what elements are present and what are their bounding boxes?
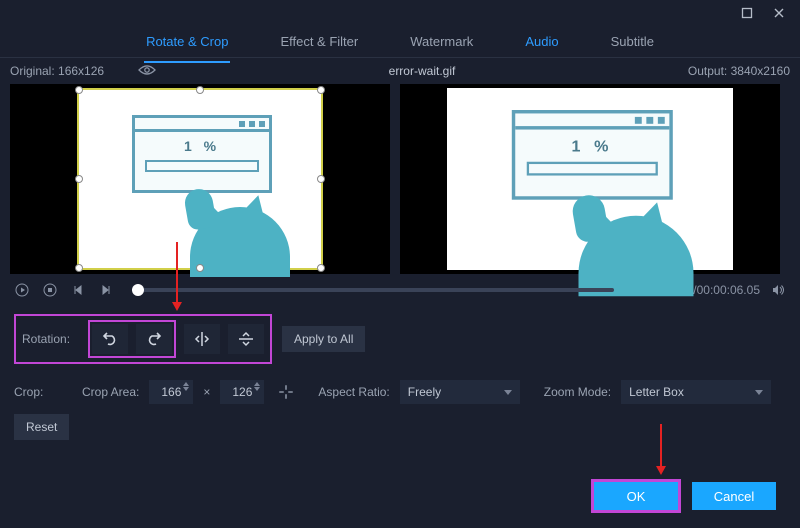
flip-vertical-button[interactable]	[228, 324, 264, 354]
chevron-down-icon	[755, 390, 763, 395]
prev-frame-button[interactable]	[68, 280, 88, 300]
rotate-left-button[interactable]	[92, 324, 128, 354]
original-value: 166x126	[58, 64, 104, 78]
crop-handle-tl[interactable]	[75, 86, 83, 94]
scrubber-knob[interactable]	[132, 284, 144, 296]
output-preview: 1 %	[400, 84, 780, 274]
info-bar: Original: 166x126 error-wait.gif Output:…	[0, 58, 800, 84]
chevron-down-icon	[504, 390, 512, 395]
timeline-scrubber[interactable]	[132, 288, 614, 292]
output-thumbnail: 1 %	[447, 88, 733, 270]
tab-subtitle[interactable]: Subtitle	[609, 28, 656, 55]
reset-button[interactable]: Reset	[14, 414, 69, 440]
apply-to-all-button[interactable]: Apply to All	[282, 326, 365, 352]
progress-text: 1 %	[135, 138, 269, 154]
crop-label: Crop:	[14, 385, 72, 399]
tab-bar: Rotate & Crop Effect & Filter Watermark …	[0, 26, 800, 58]
zoom-mode-label: Zoom Mode:	[544, 385, 611, 399]
crop-height-input[interactable]: 126	[220, 380, 264, 404]
preview-eye-icon[interactable]	[138, 64, 156, 79]
tab-effect-filter[interactable]: Effect & Filter	[278, 28, 360, 55]
rotation-label: Rotation:	[22, 332, 80, 346]
reset-row: Reset	[0, 412, 800, 448]
original-label: Original:	[10, 64, 55, 78]
ok-button[interactable]: OK	[594, 482, 678, 510]
flip-horizontal-button[interactable]	[184, 324, 220, 354]
preview-row: 1 % 1 %	[0, 84, 800, 274]
tab-watermark[interactable]: Watermark	[408, 28, 475, 55]
rotation-highlight: Rotation:	[14, 314, 272, 364]
volume-icon[interactable]	[768, 280, 788, 300]
crop-handle-tr[interactable]	[317, 86, 325, 94]
close-button[interactable]	[764, 3, 794, 23]
source-preview[interactable]: 1 %	[10, 84, 390, 274]
crop-handle-ml[interactable]	[75, 175, 83, 183]
crop-handle-br[interactable]	[317, 264, 325, 272]
crop-handle-bl[interactable]	[75, 264, 83, 272]
crop-handle-tm[interactable]	[196, 86, 204, 94]
footer-buttons: OK Cancel	[594, 482, 776, 510]
crop-separator: ×	[203, 385, 210, 399]
titlebar	[0, 0, 800, 26]
output-label: Output:	[688, 64, 727, 78]
aspect-ratio-select[interactable]: Freely	[400, 380, 520, 404]
crop-handle-bm[interactable]	[196, 264, 204, 272]
rotate-right-button[interactable]	[136, 324, 172, 354]
filename-label: error-wait.gif	[156, 64, 688, 78]
rotation-section: Rotation: Apply to All	[0, 306, 800, 372]
stop-button[interactable]	[40, 280, 60, 300]
cancel-button[interactable]: Cancel	[692, 482, 776, 510]
play-button[interactable]	[12, 280, 32, 300]
crop-frame[interactable]: 1 %	[77, 88, 323, 270]
crop-area-label: Crop Area:	[82, 385, 139, 399]
free-crop-icon[interactable]	[274, 380, 298, 404]
zoom-mode-select[interactable]: Letter Box	[621, 380, 771, 404]
crop-width-input[interactable]: 166	[149, 380, 193, 404]
output-value: 3840x2160	[731, 64, 790, 78]
rotate-buttons-highlight	[88, 320, 176, 358]
next-frame-button[interactable]	[96, 280, 116, 300]
crop-handle-mr[interactable]	[317, 175, 325, 183]
crop-section: Crop: Crop Area: 166 × 126 Aspect Ratio:…	[0, 372, 800, 412]
source-thumbnail: 1 %	[100, 99, 300, 259]
aspect-ratio-label: Aspect Ratio:	[318, 385, 389, 399]
tab-audio[interactable]: Audio	[523, 28, 560, 55]
tab-rotate-crop[interactable]: Rotate & Crop	[144, 28, 230, 55]
maximize-button[interactable]	[732, 3, 762, 23]
